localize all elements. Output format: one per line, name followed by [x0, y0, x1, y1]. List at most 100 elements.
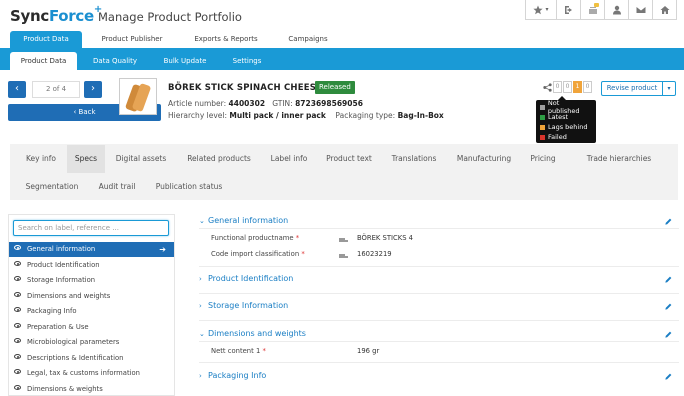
inheritance-stack-icon[interactable] [339, 235, 348, 242]
legend-swatch [540, 104, 545, 110]
section-title: Storage Information [208, 301, 289, 310]
nav-item-storage-information[interactable]: Storage Information [9, 273, 174, 288]
previous-product-button[interactable]: ‹ [8, 81, 26, 98]
tab-audit-trail[interactable]: Audit trail [92, 173, 142, 201]
spec-search-input[interactable] [13, 220, 169, 236]
tab-manufacturing[interactable]: Manufacturing [449, 145, 519, 173]
tab-translations[interactable]: Translations [383, 145, 445, 173]
publication-status-counters[interactable]: 0 0 1 0 [553, 81, 593, 93]
nav-item-general-information[interactable]: General information ➔ [9, 242, 174, 257]
legend-item: Not published [540, 99, 592, 115]
share-button[interactable] [543, 83, 552, 94]
nav-item-descriptions-identification[interactable]: Descriptions & Identification [9, 351, 174, 366]
tab-pricing[interactable]: Pricing [523, 145, 563, 173]
stack-icon [339, 254, 348, 258]
sign-out-button[interactable] [556, 0, 580, 19]
revise-product-button[interactable]: Revise product [601, 81, 663, 96]
tab-trade-hierarchies[interactable]: Trade hierarchies [567, 145, 671, 173]
status-badge: Released [315, 81, 355, 94]
nav-item-packaging-info[interactable]: Packaging Info [9, 304, 174, 319]
tab-label-info[interactable]: Label info [263, 145, 315, 173]
pencil-icon [665, 303, 672, 310]
top-header: SyncForce+ Manage Product Portfolio ▾ [0, 0, 684, 31]
syncforce-logo[interactable]: SyncForce+ [10, 4, 102, 25]
section-divider [199, 362, 679, 363]
messages-button[interactable] [628, 0, 652, 19]
field-value-functional-productname: BÖREK STICKS 4 [357, 234, 414, 242]
product-name: BÖREK STICK SPINACH CHEESE [168, 83, 323, 93]
section-header-general-information[interactable]: ⌄ General information [199, 216, 288, 225]
edit-dimensions-and-weights-button[interactable] [665, 331, 672, 338]
required-asterisk: * [295, 234, 300, 242]
edit-general-information-button[interactable] [665, 218, 672, 225]
sub-tab-settings[interactable]: Settings [224, 52, 270, 70]
main-tab-exports-reports[interactable]: Exports & Reports [183, 31, 269, 48]
edit-product-identification-button[interactable] [665, 276, 672, 283]
inheritance-stack-icon[interactable] [339, 251, 348, 258]
nav-item-preparation-use[interactable]: Preparation & Use [9, 320, 174, 335]
eye-icon [14, 276, 21, 281]
tab-specs[interactable]: Specs [67, 145, 105, 173]
notifications-button[interactable] [580, 0, 604, 19]
section-header-storage-information[interactable]: › Storage Information [199, 301, 288, 310]
nav-item-label: Dimensions and weights [27, 292, 111, 300]
sub-tab-bar: Product Data Data Quality Bulk Update Se… [0, 48, 684, 70]
field-label-functional-productname: Functional productname * [211, 234, 299, 242]
product-thumbnail[interactable] [119, 78, 157, 115]
nav-item-label: Preparation & Use [27, 323, 89, 331]
sub-tab-data-quality[interactable]: Data Quality [86, 52, 144, 70]
tab-key-info[interactable]: Key info [16, 145, 66, 173]
eye-icon [14, 307, 21, 312]
revise-dropdown-toggle[interactable]: ▾ [663, 81, 676, 96]
not-published-count: 0 [553, 81, 562, 93]
arrow-right-icon: ➔ [159, 245, 166, 254]
section-divider [199, 341, 679, 342]
gtin-label: GTIN: [272, 99, 293, 108]
nav-item-product-identification[interactable]: Product Identification [9, 258, 174, 273]
legend-item: Lags behind [540, 122, 592, 132]
field-label-text: Nett content 1 [211, 347, 261, 355]
tab-related-products[interactable]: Related products [179, 145, 259, 173]
main-tab-product-data[interactable]: Product Data [10, 31, 82, 48]
nav-item-legal-tax-customs[interactable]: Legal, tax & customs information [9, 366, 174, 381]
edit-packaging-info-button[interactable] [665, 373, 672, 380]
legend-swatch [540, 124, 545, 130]
field-label-nett-content: Nett content 1 * [211, 347, 266, 355]
main-tab-product-publisher[interactable]: Product Publisher [92, 31, 172, 48]
section-header-dimensions-and-weights[interactable]: ⌄ Dimensions and weights [199, 329, 306, 338]
section-divider [199, 228, 679, 229]
section-header-product-identification[interactable]: › Product Identification [199, 274, 293, 283]
section-tab-bar: Key info Specs Digital assets Related pr… [10, 144, 678, 200]
sub-tab-bulk-update[interactable]: Bulk Update [155, 52, 215, 70]
pencil-icon [665, 373, 672, 380]
nav-item-dimensions-and-weights[interactable]: Dimensions and weights [9, 289, 174, 304]
share-icon [543, 83, 552, 92]
latest-count: 0 [563, 81, 572, 93]
pencil-icon [665, 331, 672, 338]
gtin-value: 8723698569056 [295, 99, 363, 108]
section-header-packaging-info[interactable]: › Packaging Info [199, 371, 266, 380]
nav-item-dimensions-weights[interactable]: Dimensions & weights [9, 382, 174, 396]
app-title: Manage Product Portfolio [98, 10, 242, 24]
chevron-down-icon: ▾ [667, 85, 671, 92]
legend-swatch [540, 114, 545, 120]
next-product-button[interactable]: › [84, 81, 102, 98]
section-title: Product Identification [208, 274, 294, 283]
eye-icon [14, 338, 21, 343]
main-tab-campaigns[interactable]: Campaigns [280, 31, 336, 48]
home-icon [660, 5, 669, 14]
user-button[interactable] [604, 0, 628, 19]
pager-indicator: 2 of 4 [32, 81, 80, 98]
tab-product-text[interactable]: Product text [319, 145, 379, 173]
tab-segmentation[interactable]: Segmentation [16, 173, 88, 201]
favorites-dropdown[interactable]: ▾ [526, 0, 556, 19]
packaging-type-label: Packaging type: [335, 111, 396, 120]
home-button[interactable] [652, 0, 676, 19]
edit-storage-information-button[interactable] [665, 303, 672, 310]
section-divider [199, 293, 679, 294]
tab-digital-assets[interactable]: Digital assets [107, 145, 175, 173]
chevron-left-icon: ‹ [15, 83, 19, 94]
sub-tab-product-data[interactable]: Product Data [10, 52, 77, 70]
tab-publication-status[interactable]: Publication status [146, 173, 232, 201]
nav-item-microbiological-parameters[interactable]: Microbiological parameters [9, 335, 174, 350]
